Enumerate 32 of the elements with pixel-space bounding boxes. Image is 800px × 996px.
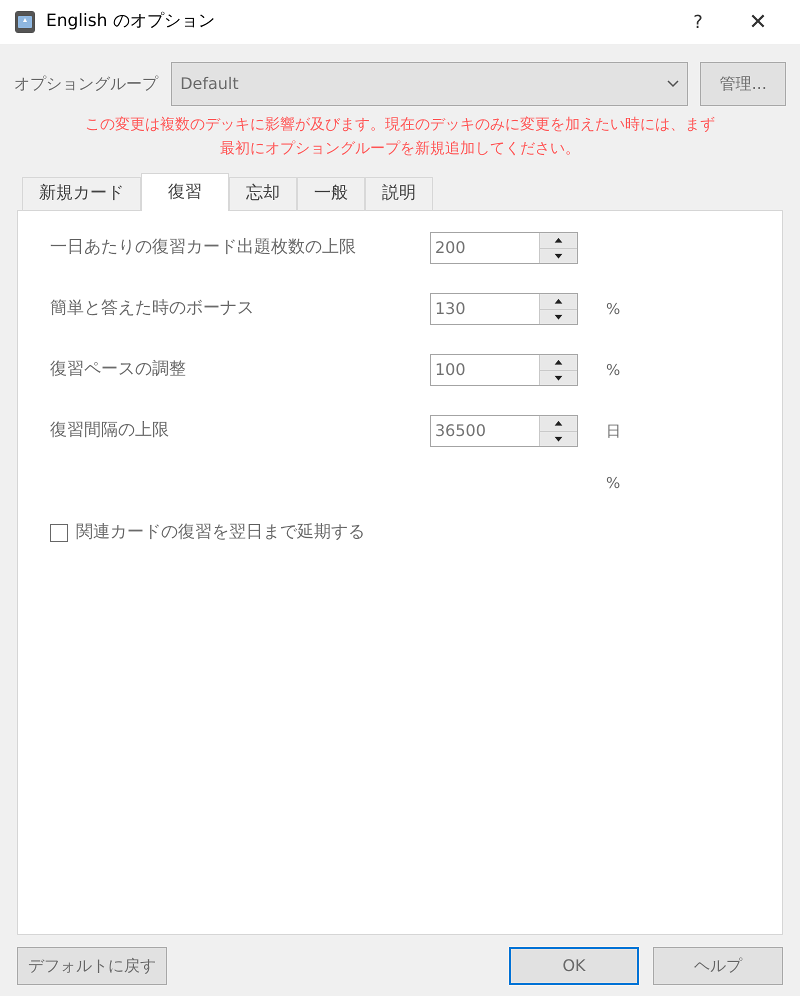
- tab[interactable]: 一般: [297, 177, 365, 210]
- tab[interactable]: 説明: [365, 177, 433, 210]
- tab[interactable]: 復習: [141, 173, 229, 211]
- tab[interactable]: 新規カード: [22, 177, 141, 210]
- warning-message: 最初にオプショングループを新規追加してください。: [220, 138, 580, 159]
- close-button[interactable]: ✕: [730, 6, 786, 38]
- help-button[interactable]: ?: [676, 8, 720, 36]
- window-title: English のオプション: [46, 10, 215, 34]
- unit-label: %: [606, 360, 620, 381]
- field-label: 一日あたりの復習カード出題枚数の上限: [50, 236, 357, 260]
- dialog-button[interactable]: OK: [509, 946, 639, 984]
- unit-label: %: [606, 472, 620, 494]
- dialog-button[interactable]: ヘルプ: [653, 946, 783, 984]
- checkbox[interactable]: [50, 524, 68, 542]
- spin-box[interactable]: 100: [430, 354, 578, 386]
- checkbox-label: 関連カードの復習を翌日まで延期する: [76, 521, 365, 544]
- field-label: 復習間隔の上限: [50, 419, 170, 442]
- option-group-label: オプショングループ: [14, 73, 160, 95]
- spin-box[interactable]: 200: [430, 232, 578, 264]
- spin-box[interactable]: 36500: [430, 415, 578, 447]
- unit-label: 日: [606, 420, 621, 442]
- option-group-dropdown[interactable]: Default: [171, 62, 688, 106]
- tab[interactable]: 忘却: [229, 177, 297, 210]
- spin-box[interactable]: 130: [430, 293, 578, 325]
- manage-button[interactable]: 管理...: [700, 62, 786, 106]
- unit-label: %: [606, 298, 620, 320]
- app-icon: [14, 10, 36, 34]
- field-label: 復習ペースの調整: [50, 358, 187, 382]
- dialog-button[interactable]: デフォルトに戻す: [17, 946, 167, 984]
- warning-message: この変更は複数のデッキに影響が及びます。現在のデッキのみに変更を加えたい時には、まず: [85, 114, 715, 135]
- field-label: 簡単と答えた時のボーナス: [50, 297, 255, 320]
- chevron-down-icon: [667, 80, 680, 88]
